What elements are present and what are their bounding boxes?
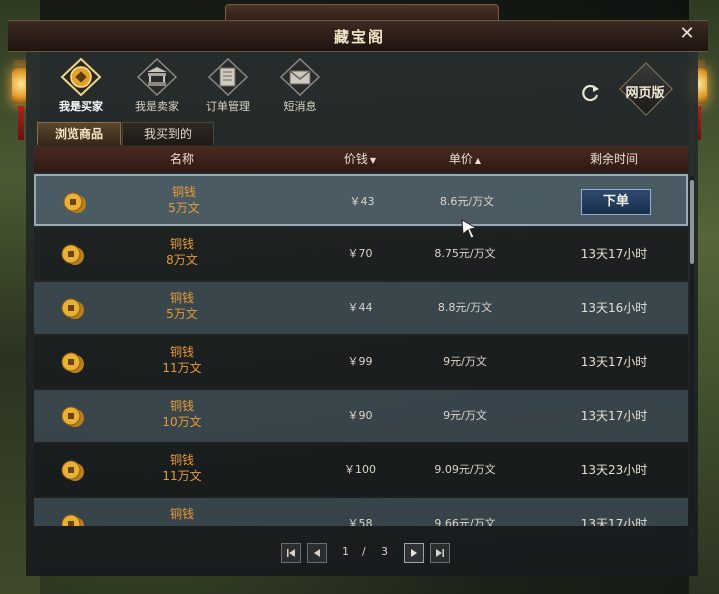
market-stall-icon <box>136 58 178 96</box>
item-time-left: 13天17小时 <box>580 247 648 261</box>
item-time-left: 13天23小时 <box>580 463 648 477</box>
envelope-icon <box>279 58 321 96</box>
coin-diamond-icon <box>60 58 102 96</box>
item-time-left: 13天17小时 <box>580 355 648 369</box>
item-name-text: 铜钱 <box>171 185 196 199</box>
nav-buyer[interactable]: 我是买家 <box>46 58 116 114</box>
item-amount: 10万文 <box>162 415 202 429</box>
next-page-icon <box>411 549 417 557</box>
header-name-label: 名称 <box>169 152 194 166</box>
header-time-left-label: 剩余时间 <box>589 152 638 166</box>
place-order-button[interactable]: 下单 <box>581 189 651 215</box>
tab-browse-goods[interactable]: 浏览商品 <box>37 122 121 145</box>
item-time-left: 13天17小时 <box>580 517 648 526</box>
window-title: 藏宝阁 <box>333 28 385 46</box>
table-row[interactable]: 铜钱 5万文 ￥43 8.6元/万文 下单 <box>34 174 688 226</box>
item-name-text: 铜钱 <box>169 453 194 467</box>
copper-coin-icon <box>62 191 88 215</box>
item-name-text: 铜钱 <box>169 291 194 305</box>
item-unit-price: 9元/万文 <box>443 355 487 368</box>
header-time-left: 剩余时间 <box>564 146 664 172</box>
item-amount: 11万文 <box>162 361 202 375</box>
item-name: 铜钱 10万文 <box>134 398 230 430</box>
mouse-cursor-icon <box>460 218 482 240</box>
item-time-left: 13天17小时 <box>580 409 648 423</box>
header-name: 名称 <box>134 146 230 172</box>
copper-coin-icon <box>60 459 86 483</box>
item-time-left: 13天16小时 <box>580 301 648 315</box>
item-price: ￥58 <box>347 517 373 526</box>
copper-coin-icon <box>60 243 86 267</box>
item-name: 铜钱 11万文 <box>134 344 230 376</box>
item-name-text: 铜钱 <box>169 399 194 413</box>
first-page-icon <box>287 549 295 557</box>
nav-seller-label: 我是卖家 <box>135 100 179 113</box>
table-row[interactable]: 铜钱 5万文 ￥44 8.8元/万文 13天16小时 <box>34 282 688 334</box>
header-price-label: 价钱 <box>343 152 368 166</box>
copper-coin-icon <box>60 351 86 375</box>
refresh-icon[interactable] <box>579 82 601 104</box>
item-name: 铜钱 8万文 <box>134 236 230 268</box>
item-price: ￥90 <box>347 409 373 422</box>
nav-orders[interactable]: 订单管理 <box>193 58 263 114</box>
prev-page-icon <box>314 549 320 557</box>
item-price: ￥44 <box>347 301 373 314</box>
header-price[interactable]: 价钱 ▼ <box>324 146 396 172</box>
header-unit-price[interactable]: 单价 ▲ <box>414 146 516 172</box>
next-page-button[interactable] <box>404 543 424 563</box>
table-row[interactable]: 铜钱 10万文 ￥90 9元/万文 13天17小时 <box>34 390 688 442</box>
copper-coin-icon <box>60 405 86 429</box>
item-amount: 11万文 <box>162 469 202 483</box>
item-amount: 5万文 <box>166 307 198 321</box>
item-price: ￥70 <box>347 247 373 260</box>
item-price: ￥100 <box>344 463 376 476</box>
total-pages: 3 <box>381 545 388 558</box>
nav-messages-label: 短消息 <box>283 100 317 113</box>
item-unit-price: 9.09元/万文 <box>434 463 496 476</box>
item-unit-price: 8.8元/万文 <box>437 301 493 314</box>
current-page: 1 <box>342 545 349 558</box>
item-name: 铜钱 <box>134 506 230 522</box>
copper-coin-icon <box>60 513 86 526</box>
first-page-button[interactable] <box>281 543 301 563</box>
nav-orders-label: 订单管理 <box>206 100 250 113</box>
close-button[interactable]: ✕ <box>677 24 697 44</box>
item-price: ￥43 <box>349 195 375 208</box>
item-name: 铜钱 5万文 <box>134 290 230 322</box>
item-name: 铜钱 5万文 <box>136 184 232 216</box>
item-name: 铜钱 11万文 <box>134 452 230 484</box>
sort-down-icon: ▼ <box>369 156 377 165</box>
item-amount: 5万文 <box>168 201 200 215</box>
nav-buyer-label: 我是买家 <box>59 100 103 113</box>
web-version-button[interactable]: 网页版 <box>619 62 673 116</box>
item-name-text: 铜钱 <box>169 345 194 359</box>
table-row[interactable]: 铜钱 11万文 ￥100 9.09元/万文 13天23小时 <box>34 444 688 496</box>
table-row[interactable]: 铜钱 ￥58 9.66元/万文 13天17小时 <box>34 498 688 526</box>
goods-list: 铜钱 5万文 ￥43 8.6元/万文 下单 铜钱 8万文 ￥70 8.75元/万文 … <box>34 174 688 526</box>
item-name-text: 铜钱 <box>169 507 194 521</box>
nav-seller[interactable]: 我是卖家 <box>122 58 192 114</box>
sort-up-icon: ▲ <box>474 156 482 165</box>
header-unit-price-label: 单价 <box>448 152 473 166</box>
table-header: 名称 价钱 ▼ 单价 ▲ 剩余时间 <box>34 146 688 172</box>
last-page-button[interactable] <box>430 543 450 563</box>
item-name-text: 铜钱 <box>169 237 194 251</box>
item-price: ￥99 <box>347 355 373 368</box>
item-unit-price: 9.66元/万文 <box>434 517 496 526</box>
item-unit-price: 9元/万文 <box>443 409 487 422</box>
scrollbar-thumb[interactable] <box>690 180 694 264</box>
page-separator: / <box>362 545 366 558</box>
copper-coin-icon <box>60 297 86 321</box>
tab-my-purchases[interactable]: 我买到的 <box>122 122 214 145</box>
last-page-icon <box>436 549 444 557</box>
table-row[interactable]: 铜钱 8万文 ￥70 8.75元/万文 13天17小时 <box>34 228 688 280</box>
nav-messages[interactable]: 短消息 <box>265 58 335 114</box>
ledger-book-icon <box>207 58 249 96</box>
table-row[interactable]: 铜钱 11万文 ￥99 9元/万文 13天17小时 <box>34 336 688 388</box>
item-amount: 8万文 <box>166 253 198 267</box>
web-version-label: 网页版 <box>625 86 665 101</box>
prev-page-button[interactable] <box>307 543 327 563</box>
